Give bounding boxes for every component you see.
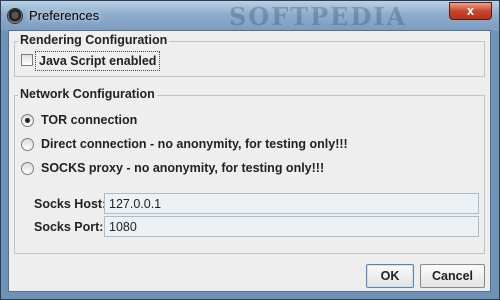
preferences-window: Preferences SOFTPEDIA x Rendering Config… [0, 0, 500, 300]
app-icon [7, 8, 23, 24]
close-icon: x [466, 3, 475, 18]
watermark: SOFTPEDIA [229, 2, 408, 31]
network-group-title: Network Configuration [18, 87, 157, 101]
javascript-label: Java Script enabled [39, 54, 157, 68]
socks-host-label: Socks Host: [34, 197, 107, 211]
close-button[interactable]: x [449, 2, 492, 20]
socks-port-label: Socks Port: [34, 220, 104, 234]
cancel-button[interactable]: Cancel [420, 264, 485, 288]
socks-port-input[interactable] [104, 216, 479, 237]
network-group: Network Configuration TOR connection Dir… [14, 87, 485, 254]
socks-host-input[interactable] [104, 193, 479, 214]
rendering-group-title: Rendering Configuration [18, 33, 170, 47]
radio-socks-label: SOCKS proxy - no anonymity, for testing … [41, 161, 325, 175]
dialog-content: Rendering Configuration Java Script enab… [8, 30, 491, 292]
radio-button[interactable] [21, 162, 34, 175]
ok-button[interactable]: OK [366, 264, 414, 288]
rendering-group: Rendering Configuration Java Script enab… [14, 33, 485, 77]
javascript-checkbox[interactable] [21, 54, 33, 66]
window-title: Preferences [29, 8, 100, 23]
radio-button[interactable] [21, 138, 34, 151]
radio-tor-label: TOR connection [41, 113, 138, 127]
title-bar[interactable]: Preferences SOFTPEDIA x [1, 1, 499, 31]
javascript-focus-outline: Java Script enabled [35, 51, 161, 71]
radio-button-selected[interactable] [21, 114, 34, 127]
radio-direct-label: Direct connection - no anonymity, for te… [41, 137, 348, 151]
